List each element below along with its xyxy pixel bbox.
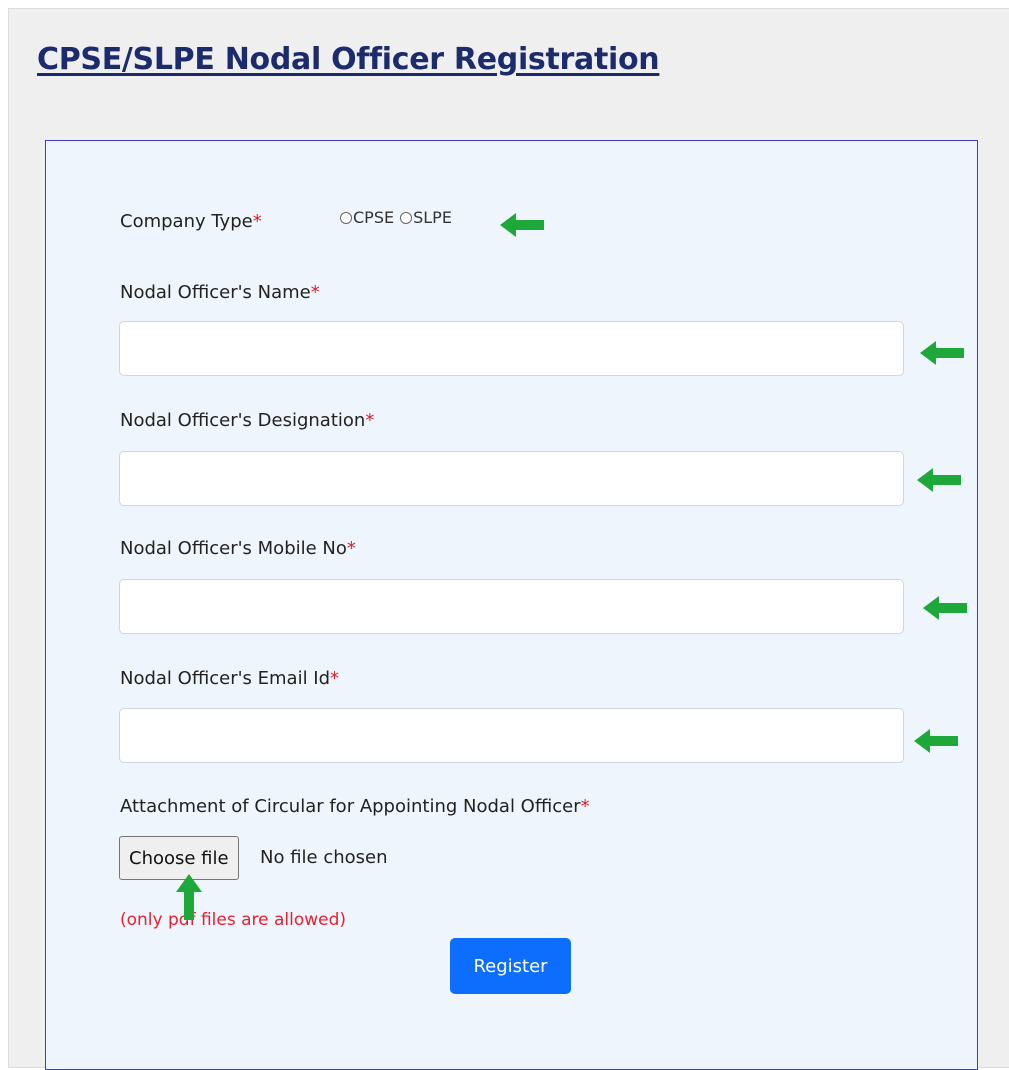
mobile-label: Nodal Officer's Mobile No* xyxy=(120,538,356,559)
arrow-up-icon xyxy=(176,874,202,920)
arrow-left-icon xyxy=(923,596,967,620)
email-label: Nodal Officer's Email Id* xyxy=(120,668,339,689)
required-mark: * xyxy=(346,538,356,559)
required-mark: * xyxy=(330,668,340,689)
required-mark: * xyxy=(580,796,590,817)
register-button[interactable]: Register xyxy=(450,938,571,994)
required-mark: * xyxy=(252,211,262,232)
designation-label: Nodal Officer's Designation* xyxy=(120,410,374,431)
mobile-label-text: Nodal Officer's Mobile No xyxy=(120,538,347,559)
designation-label-text: Nodal Officer's Designation xyxy=(120,410,366,431)
page-title: CPSE/SLPE Nodal Officer Registration xyxy=(37,42,660,77)
radio-slpe[interactable] xyxy=(400,211,413,224)
radio-cpse-label[interactable]: CPSE xyxy=(353,208,394,227)
attachment-label: Attachment of Circular for Appointing No… xyxy=(120,796,590,817)
arrow-left-icon xyxy=(500,213,544,237)
name-input[interactable] xyxy=(119,321,904,376)
mobile-input[interactable] xyxy=(119,579,904,634)
required-mark: * xyxy=(310,282,320,303)
radio-cpse[interactable] xyxy=(340,211,352,224)
required-mark: * xyxy=(365,410,375,431)
arrow-left-icon xyxy=(920,341,964,365)
designation-input[interactable] xyxy=(119,451,904,506)
name-label-text: Nodal Officer's Name xyxy=(120,282,311,303)
email-input[interactable] xyxy=(119,708,904,763)
arrow-left-icon xyxy=(914,729,958,753)
name-label: Nodal Officer's Name* xyxy=(120,282,320,303)
email-label-text: Nodal Officer's Email Id xyxy=(120,668,331,689)
company-type-radio-group: CPSE SLPE xyxy=(340,208,452,227)
file-status-text: No file chosen xyxy=(260,847,388,868)
company-type-label: Company Type* xyxy=(120,211,262,232)
arrow-left-icon xyxy=(917,468,961,492)
attachment-label-text: Attachment of Circular for Appointing No… xyxy=(120,796,581,817)
company-type-label-text: Company Type xyxy=(120,211,253,232)
file-type-hint: (only pdf files are allowed) xyxy=(120,910,347,930)
radio-slpe-label[interactable]: SLPE xyxy=(413,208,452,227)
